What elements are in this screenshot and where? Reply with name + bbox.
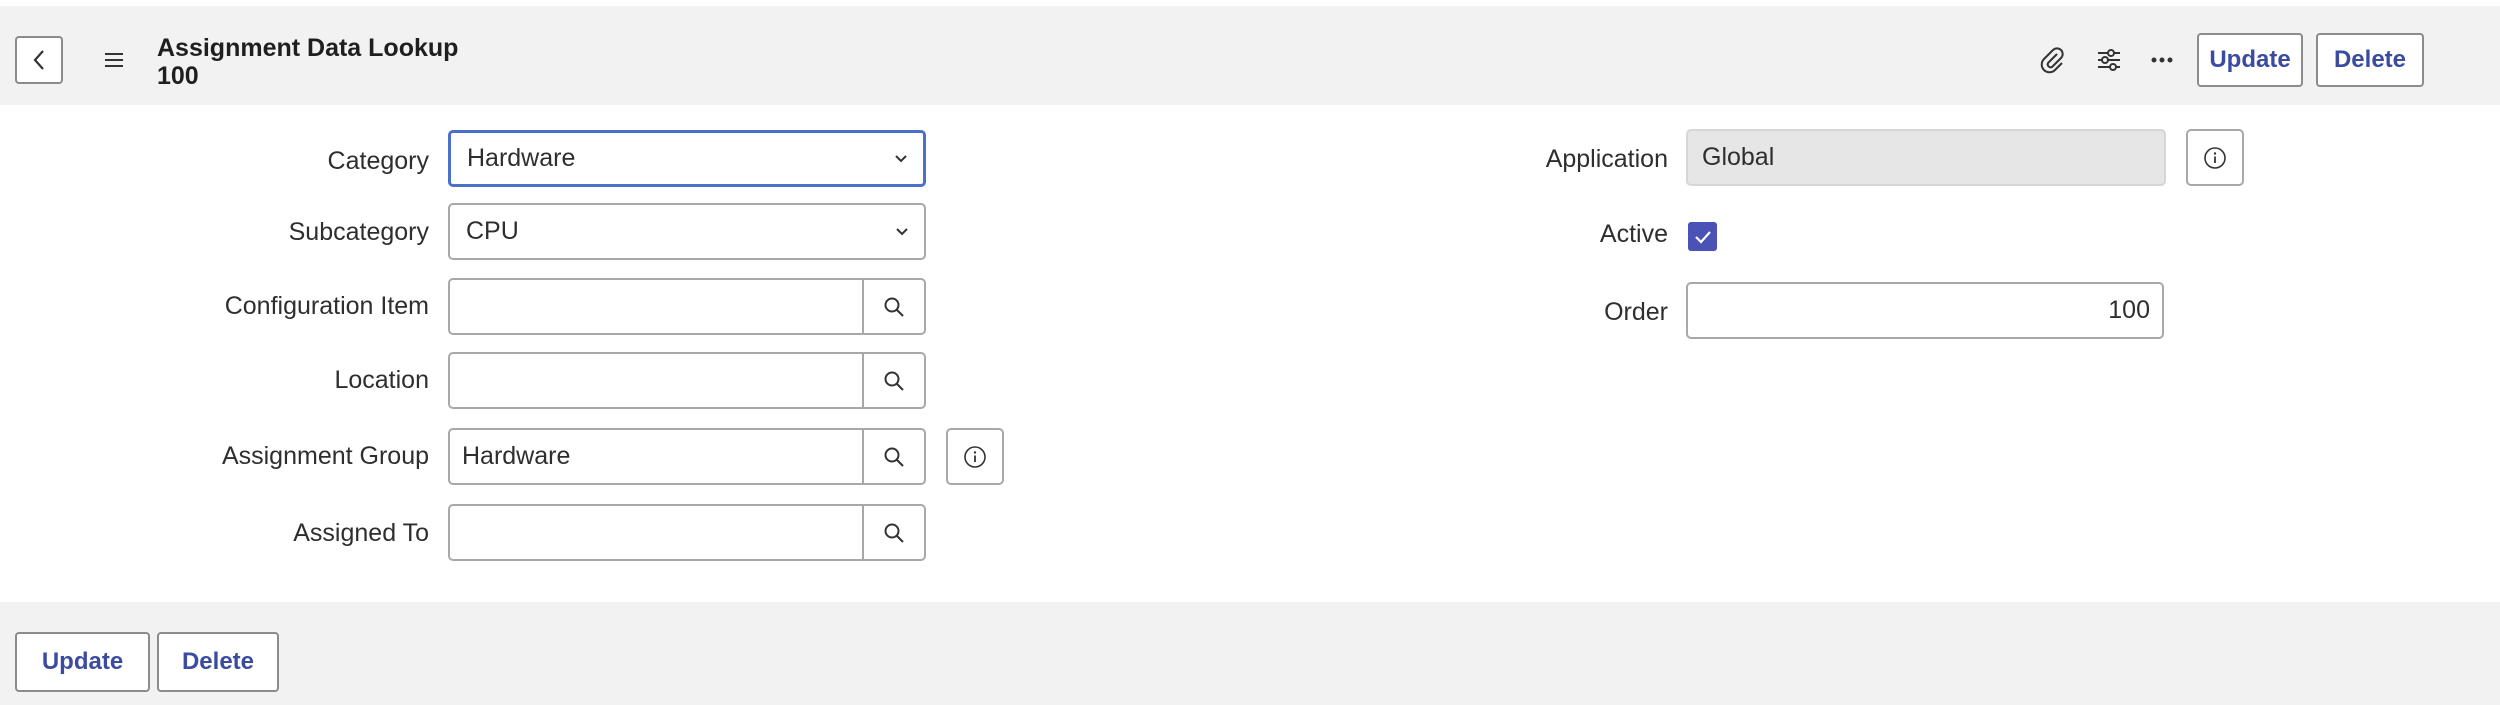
more-options-button[interactable] (2146, 44, 2178, 76)
active-label: Active (1599, 220, 1668, 248)
back-button[interactable] (15, 36, 63, 84)
delete-button[interactable]: Delete (2316, 33, 2424, 87)
subcategory-label: Subcategory (288, 218, 429, 246)
category-value: Hardware (467, 144, 576, 172)
personalize-form-button[interactable] (2093, 44, 2125, 76)
settings-sliders-icon (2098, 49, 2120, 71)
subcategory-value: CPU (466, 217, 519, 245)
assigned-to-field[interactable] (448, 504, 926, 561)
application-field: Global (1686, 129, 2166, 186)
record-number: 100 (157, 62, 199, 90)
update-button[interactable]: Update (2197, 33, 2303, 87)
menu-icon[interactable] (103, 49, 125, 71)
more-icon (2151, 57, 2173, 63)
search-icon (884, 447, 904, 467)
info-icon (964, 445, 986, 468)
chevron-down-icon (895, 154, 907, 162)
category-label: Category (327, 147, 429, 175)
back-icon (33, 50, 44, 70)
form-header: Assignment Data Lookup 100 Update Delete (0, 6, 2500, 105)
application-info-button[interactable] (2186, 129, 2244, 186)
search-icon (884, 297, 904, 317)
info-icon (2204, 146, 2226, 169)
subcategory-select[interactable]: CPU (448, 203, 926, 260)
assignment-group-lookup-button[interactable] (862, 430, 924, 483)
configuration-item-lookup-button[interactable] (862, 280, 924, 333)
page-title: Assignment Data Lookup (157, 34, 459, 62)
chevron-down-icon (896, 227, 908, 235)
order-label: Order (1604, 298, 1668, 326)
category-select[interactable]: Hardware (448, 130, 926, 187)
active-checkbox[interactable] (1688, 222, 1717, 251)
footer-delete-button[interactable]: Delete (157, 632, 279, 692)
form-footer (0, 602, 2500, 705)
footer-update-button[interactable]: Update (15, 632, 150, 692)
assignment-group-info-button[interactable] (946, 428, 1004, 485)
search-icon (884, 523, 904, 543)
order-value: 100 (2108, 296, 2150, 324)
search-icon (884, 371, 904, 391)
assigned-to-lookup-button[interactable] (862, 506, 924, 559)
configuration-item-label: Configuration Item (224, 292, 429, 320)
application-label: Application (1545, 145, 1668, 173)
location-field[interactable] (448, 352, 926, 409)
assignment-group-label: Assignment Group (221, 442, 429, 470)
configuration-item-field[interactable] (448, 278, 926, 335)
assignment-group-value: Hardware (462, 442, 571, 470)
checkmark-icon (1694, 230, 1711, 244)
application-value: Global (1702, 143, 1775, 171)
location-label: Location (334, 366, 429, 394)
order-field[interactable]: 100 (1686, 282, 2164, 339)
location-lookup-button[interactable] (862, 354, 924, 407)
assigned-to-label: Assigned To (293, 519, 429, 547)
attachment-icon (2040, 47, 2064, 74)
assignment-group-field[interactable]: Hardware (448, 428, 926, 485)
attachment-button[interactable] (2037, 44, 2069, 76)
